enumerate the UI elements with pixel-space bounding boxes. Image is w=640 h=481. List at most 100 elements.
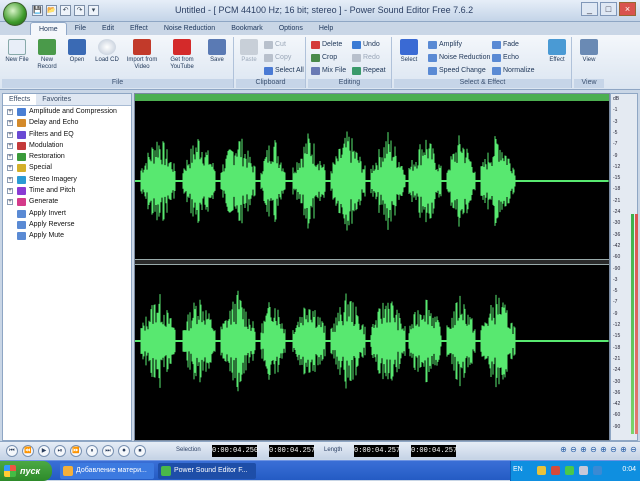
tree-item[interactable]: + Filters and EQ — [3, 129, 131, 140]
new-file-button[interactable]: New File — [4, 39, 30, 64]
select-button[interactable]: Select — [396, 39, 422, 64]
waveform-svg[interactable] — [135, 101, 609, 431]
selection-label: Selection — [176, 447, 201, 453]
delete-button[interactable]: Delete — [311, 39, 342, 51]
tree-item[interactable]: + Modulation — [3, 140, 131, 151]
qat-dropdown-icon[interactable]: ▾ — [88, 5, 99, 16]
view-button[interactable]: View — [576, 39, 602, 64]
expand-icon[interactable]: + — [7, 176, 13, 183]
copy-button[interactable]: Copy — [264, 52, 291, 64]
tree-item[interactable]: + Time and Pitch — [3, 185, 131, 196]
tree-item[interactable]: + Stereo Imagery — [3, 174, 131, 185]
expand-icon[interactable]: + — [7, 165, 13, 172]
tree-item[interactable]: Apply Reverse — [3, 219, 131, 230]
minimize-button[interactable]: _ — [581, 2, 598, 16]
task-browser[interactable]: Добавление матери... — [60, 463, 154, 479]
language-indicator[interactable]: EN — [513, 466, 523, 473]
tray-volume-icon[interactable] — [579, 466, 588, 475]
fast-forward-button[interactable]: ⏩ — [70, 445, 82, 457]
tab-bookmark[interactable]: Bookmark — [223, 22, 271, 35]
effect-category-icon — [17, 130, 26, 139]
tray-update-icon[interactable] — [565, 466, 574, 475]
speed-change-button[interactable]: Speed Change — [428, 65, 486, 77]
new-record-button[interactable]: New Record — [34, 39, 60, 71]
tab-noise-reduction[interactable]: Noise Reduction — [156, 22, 223, 35]
expand-icon[interactable]: + — [7, 188, 13, 195]
tab-effects[interactable]: Effects — [3, 94, 37, 105]
zoom-right-icon[interactable]: ⊖ — [628, 445, 639, 456]
start-button[interactable]: пуск — [0, 461, 52, 481]
tree-item[interactable]: + Generate — [3, 196, 131, 207]
tray-app-icon[interactable] — [593, 466, 602, 475]
youtube-button[interactable]: Get from YouTube — [164, 39, 200, 71]
tab-home[interactable]: Home — [30, 22, 67, 35]
tab-edit[interactable]: Edit — [94, 22, 122, 35]
open-button[interactable]: Open — [64, 39, 90, 64]
go-start-button[interactable]: ⏮ — [6, 445, 18, 457]
new-file-icon — [8, 39, 26, 55]
normalize-icon — [492, 67, 501, 75]
tree-item[interactable]: Apply Mute — [3, 230, 131, 241]
amplify-button[interactable]: Amplify — [428, 39, 462, 51]
waveform-view[interactable] — [134, 93, 610, 441]
tree-item[interactable]: + Special — [3, 162, 131, 173]
tab-help[interactable]: Help — [311, 22, 341, 35]
cut-button[interactable]: Cut — [264, 39, 286, 51]
redo-icon[interactable]: ↷ — [74, 5, 85, 16]
copy-icon — [264, 54, 273, 62]
tab-file[interactable]: File — [67, 22, 94, 35]
stop-button[interactable]: ⏹ — [134, 445, 146, 457]
maximize-button[interactable]: □ — [600, 2, 617, 16]
tray-network-icon[interactable] — [537, 466, 546, 475]
go-end-button[interactable]: ⏭ — [102, 445, 114, 457]
effect-category-icon — [17, 232, 26, 241]
open-label: Open — [69, 57, 85, 63]
mix-file-button[interactable]: Mix File — [311, 65, 346, 77]
echo-button[interactable]: Echo — [492, 52, 519, 64]
pause-button[interactable]: ⏸ — [86, 445, 98, 457]
play-button[interactable]: ▶ — [38, 445, 50, 457]
rewind-button[interactable]: ⏪ — [22, 445, 34, 457]
expand-icon[interactable]: + — [7, 131, 13, 138]
open-icon[interactable]: 📂 — [46, 5, 57, 16]
tree-item[interactable]: Apply Invert — [3, 208, 131, 219]
noise-reduction-button[interactable]: Noise Reduction — [428, 52, 490, 64]
undo-icon[interactable]: ↶ — [60, 5, 71, 16]
channel-separator — [135, 259, 609, 265]
tab-options[interactable]: Options — [271, 22, 311, 35]
redo-button[interactable]: Redo — [352, 52, 380, 64]
tab-favorites[interactable]: Favorites — [36, 94, 77, 105]
meter-scale-label: dB — [613, 96, 620, 102]
noise-reduction-label: Noise Reduction — [439, 54, 491, 61]
select-all-button[interactable]: Select All — [264, 65, 304, 77]
record-button[interactable]: ⏺ — [118, 445, 130, 457]
close-button[interactable]: × — [619, 2, 636, 16]
tab-effect[interactable]: Effect — [122, 22, 156, 35]
app-menu-button[interactable] — [3, 2, 27, 26]
fade-button[interactable]: Fade — [492, 39, 519, 51]
expand-icon[interactable]: + — [7, 142, 13, 149]
tree-item[interactable]: + Delay and Echo — [3, 117, 131, 128]
expand-icon[interactable]: + — [7, 199, 13, 206]
save-icon[interactable]: 💾 — [32, 5, 43, 16]
normalize-button[interactable]: Normalize — [492, 65, 535, 77]
save-button[interactable]: Save — [204, 39, 230, 64]
tree-item[interactable]: + Amplitude and Compression — [3, 106, 131, 117]
task-sound-editor[interactable]: Power Sound Editor F... — [158, 463, 256, 479]
import-video-button[interactable]: Import from Video — [124, 39, 160, 71]
expand-icon[interactable]: + — [7, 120, 13, 127]
effect-button[interactable]: Effect — [544, 39, 570, 64]
tree-item[interactable]: + Restoration — [3, 151, 131, 162]
undo-button[interactable]: Undo — [352, 39, 380, 51]
clipboard-group: Paste Cut Copy Select All Clipboard — [236, 37, 306, 88]
expand-icon[interactable]: + — [7, 109, 13, 115]
paste-button[interactable]: Paste — [236, 39, 262, 64]
repeat-button[interactable]: Repeat — [352, 65, 386, 77]
expand-icon[interactable]: + — [7, 154, 13, 161]
load-cd-button[interactable]: Load CD — [94, 39, 120, 64]
play-pause-button[interactable]: ⏯ — [54, 445, 66, 457]
timeline-ruler[interactable] — [135, 94, 609, 101]
fade-label: Fade — [503, 41, 519, 48]
tray-security-icon[interactable] — [551, 466, 560, 475]
crop-button[interactable]: Crop — [311, 52, 337, 64]
